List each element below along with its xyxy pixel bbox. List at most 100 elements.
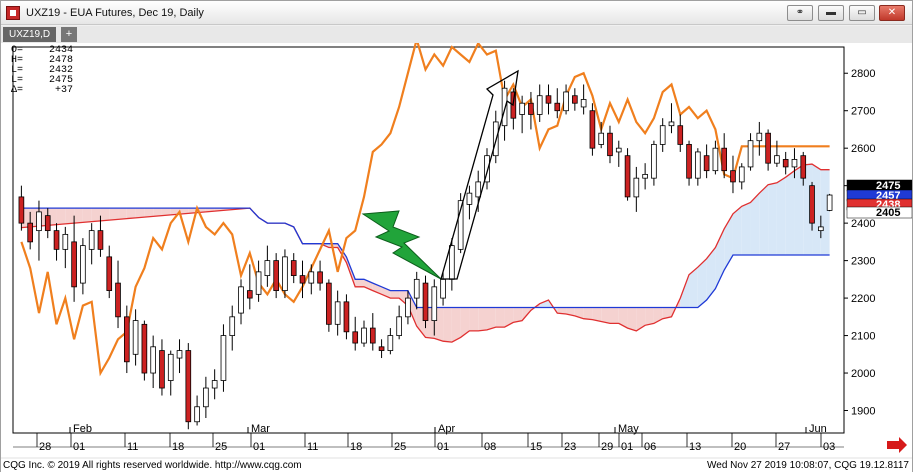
chart-area[interactable]: 1900200021002200230024002500260027002800… (1, 35, 913, 457)
candle-up (150, 346, 156, 374)
candle-up (405, 297, 411, 318)
chart-window: UXZ19 - EUA Futures, Dec 19, Daily ⚭ ▬ ▭… (0, 0, 913, 472)
candle-up (615, 147, 622, 153)
candle-down (141, 323, 148, 374)
candle-up (659, 125, 666, 145)
candle-up (695, 151, 701, 179)
candle-up (132, 320, 139, 355)
cloud-segment (135, 208, 145, 218)
candle-up (738, 166, 745, 183)
cloud-segment (609, 307, 619, 324)
maximize-button[interactable]: ▭ (849, 5, 875, 21)
candle-up (431, 286, 438, 321)
candle-up (774, 155, 780, 164)
candle-down (703, 155, 710, 172)
candle-down (18, 196, 25, 224)
close-button[interactable]: ✕ (879, 5, 905, 21)
candle-down (27, 222, 33, 243)
candle-down (809, 185, 815, 224)
candle-down (44, 215, 51, 232)
candle-up (413, 278, 420, 299)
candle-down (422, 282, 429, 321)
candle-up (396, 316, 402, 336)
cloud-segment (732, 206, 742, 255)
candle-down (545, 95, 552, 104)
candle-down (352, 331, 359, 344)
candle-up (826, 194, 833, 211)
price-marker-label: 2405 (876, 207, 900, 219)
candle-up (712, 147, 719, 172)
price-chart[interactable]: 1900200021002200230024002500260027002800… (1, 35, 913, 457)
tab-uxz19[interactable]: UXZ19,D (3, 27, 57, 42)
y-tick-label: 2300 (851, 256, 875, 268)
cloud-segment (741, 202, 751, 255)
cloud-segment (768, 182, 777, 255)
candle-down (607, 132, 613, 157)
candle-down (378, 346, 385, 351)
x-month-label: Apr (438, 423, 455, 435)
minimize-button[interactable]: ▬ (818, 5, 844, 21)
candle-up (238, 286, 244, 314)
ohlc-value: +37 (54, 85, 73, 96)
candle-down (326, 282, 332, 325)
candle-up (519, 102, 525, 115)
candle-down (71, 241, 77, 288)
cloud-segment (390, 290, 400, 299)
candle-up (194, 406, 200, 423)
candle-up (229, 316, 236, 336)
cloud-segment (601, 307, 610, 324)
candle-up (598, 132, 605, 145)
cloud-segment (776, 177, 786, 255)
candle-up (220, 335, 227, 381)
y-tick-label: 1900 (851, 406, 875, 418)
candle-down (159, 350, 165, 389)
cloud-segment (627, 307, 637, 331)
candle-down (246, 290, 253, 299)
y-tick-label: 2100 (851, 331, 875, 343)
ohlc-key: Δ= (11, 85, 24, 96)
candle-up (361, 327, 367, 344)
candle-down (677, 125, 684, 145)
candle-down (686, 144, 692, 179)
ohlc-row: Δ= +37 (11, 86, 81, 96)
cloud-segment (100, 208, 110, 221)
cloud-segment (118, 208, 127, 220)
cloud-segment (478, 307, 487, 331)
cloud-segment (56, 208, 66, 225)
candle-down (554, 102, 561, 112)
candle-up (255, 271, 262, 295)
timestamp-text: Wed Nov 27 2019 10:08:07, CQG 19.12.8117 (707, 460, 909, 471)
candle-down (317, 271, 323, 284)
candle-up (563, 91, 569, 112)
copyright-text: CQG Inc. © 2019 All rights reserved worl… (3, 460, 302, 471)
x-month-label: Feb (73, 423, 92, 435)
candle-down (273, 260, 279, 291)
cloud-segment (355, 279, 365, 287)
candle-down (721, 147, 728, 172)
candle-up (440, 278, 446, 299)
y-tick-label: 2000 (851, 368, 875, 380)
cloud-segment (144, 208, 154, 218)
candle-up (668, 121, 675, 127)
title-bar[interactable]: UXZ19 - EUA Futures, Dec 19, Daily ⚭ ▬ ▭… (1, 1, 912, 25)
candle-down (343, 301, 350, 333)
candle-up (747, 140, 754, 168)
cloud-segment (126, 208, 136, 219)
add-tab-button[interactable]: + (61, 27, 77, 42)
cloud-segment (65, 208, 75, 224)
y-tick-label: 2800 (851, 68, 875, 80)
candle-up (651, 144, 657, 179)
candle-up (80, 245, 86, 284)
candle-up (466, 192, 473, 205)
app-icon (6, 6, 20, 20)
cloud-segment (109, 208, 119, 221)
cloud-segment (495, 307, 505, 328)
link-icon[interactable]: ⚭ (787, 5, 813, 21)
candle-up (176, 350, 183, 359)
y-tick-label: 2200 (851, 293, 875, 305)
candle-up (580, 99, 587, 108)
cloud-segment (486, 307, 496, 330)
x-month-label: May (618, 423, 639, 435)
y-tick-label: 2400 (851, 218, 875, 230)
cloud-segment (513, 307, 523, 323)
